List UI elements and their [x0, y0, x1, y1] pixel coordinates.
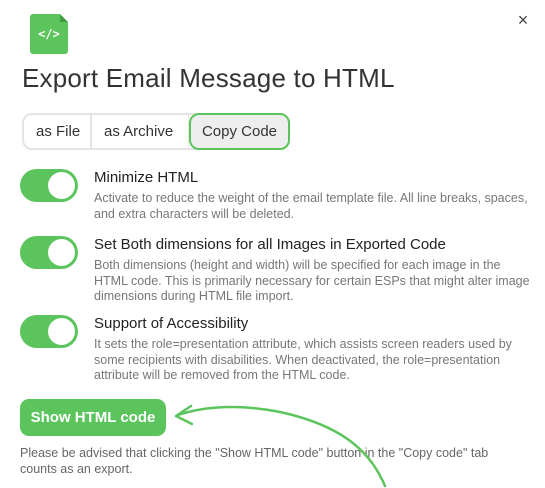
- export-mode-tabs: as File as Archive Copy Code: [22, 113, 290, 150]
- logo-symbol: </>: [38, 27, 60, 41]
- toggle-knob: [48, 239, 75, 266]
- image-dimensions-toggle[interactable]: [20, 236, 78, 269]
- option-description: It sets the role=presentation attribute,…: [94, 337, 512, 382]
- option-title: Minimize HTML: [94, 169, 199, 186]
- tab-copy-code[interactable]: Copy Code: [188, 113, 290, 150]
- option-description: Activate to reduce the weight of the ema…: [94, 191, 528, 221]
- option-title: Set Both dimensions for all Images in Ex…: [94, 236, 446, 253]
- tab-as-archive[interactable]: as Archive: [92, 115, 189, 148]
- option-description: Both dimensions (height and width) will …: [94, 258, 530, 303]
- export-note: Please be advised that clicking the "Sho…: [20, 446, 489, 476]
- show-html-code-button[interactable]: Show HTML code: [20, 399, 166, 436]
- toggle-knob: [48, 172, 75, 199]
- code-file-icon: </>: [30, 14, 68, 54]
- toggle-knob: [48, 318, 75, 345]
- minimize-html-toggle[interactable]: [20, 169, 78, 202]
- dialog-title: Export Email Message to HTML: [22, 63, 395, 93]
- option-title: Support of Accessibility: [94, 315, 249, 332]
- close-icon[interactable]: ×: [514, 11, 532, 29]
- accessibility-toggle[interactable]: [20, 315, 78, 348]
- tab-as-file[interactable]: as File: [24, 115, 92, 148]
